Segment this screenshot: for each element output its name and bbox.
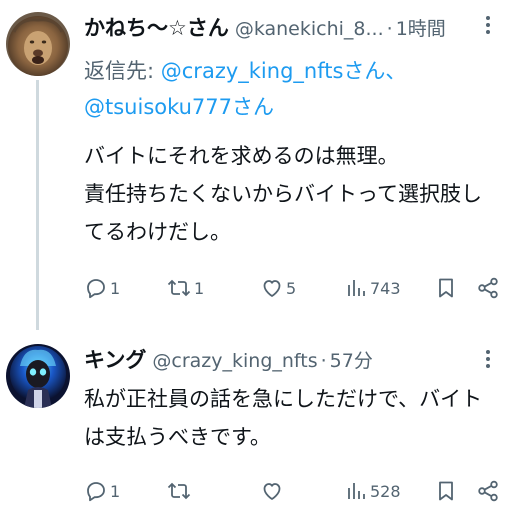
reply-button[interactable]: 1 [84, 273, 120, 303]
views-button[interactable]: 528 [346, 476, 401, 506]
reply-icon [84, 276, 108, 300]
reply-count: 1 [110, 278, 121, 298]
views-icon [346, 479, 368, 503]
view-count: 743 [370, 278, 401, 298]
user-handle[interactable]: @crazy_king_nfts [152, 350, 317, 372]
share-icon [476, 479, 500, 503]
display-name[interactable]: かねち〜☆さん [84, 12, 229, 42]
separator-dot: · [320, 350, 327, 372]
tweet[interactable]: キング @crazy_king_nfts · 57分 私が正社員の話を急にしただ… [0, 330, 515, 515]
reply-count: 1 [110, 481, 121, 501]
retweet-icon [166, 479, 192, 503]
share-button[interactable] [476, 476, 500, 506]
more-options-icon[interactable] [477, 348, 499, 370]
heart-icon [260, 479, 284, 503]
reply-to-label: 返信先: [84, 59, 161, 83]
like-count: 5 [286, 278, 297, 298]
bookmark-icon [434, 276, 458, 300]
like-button[interactable]: 5 [260, 273, 296, 303]
views-button[interactable]: 743 [346, 273, 401, 303]
mention-link[interactable]: @tsuisoku777さん [84, 95, 274, 119]
bookmark-icon [434, 479, 458, 503]
share-button[interactable] [476, 273, 500, 303]
share-icon [476, 276, 500, 300]
tweet-header: かねち〜☆さん @kanekichi_8... · 1時間 [84, 12, 499, 42]
reply-icon [84, 479, 108, 503]
blue-skull-avatar[interactable] [6, 344, 70, 408]
lion-avatar[interactable] [6, 12, 70, 76]
bookmark-button[interactable] [434, 476, 458, 506]
more-options-icon[interactable] [477, 14, 499, 36]
retweet-icon [166, 276, 192, 300]
tweet-text: バイトにそれを求めるのは無理。 責任持ちたくないからバイトって選択肢し てるわけ… [84, 144, 482, 244]
timestamp[interactable]: 1時間 [396, 14, 446, 41]
timestamp[interactable]: 57分 [330, 346, 373, 373]
like-button[interactable] [260, 476, 286, 506]
heart-icon [260, 276, 284, 300]
bookmark-button[interactable] [434, 273, 458, 303]
tweet-actions: 1 528 [84, 476, 504, 506]
tweet-header: キング @crazy_king_nfts · 57分 [84, 344, 499, 374]
views-icon [346, 276, 368, 300]
reply-to-line: 返信先: @crazy_king_nftsさん、 @tsuisoku777さん [84, 53, 504, 125]
separator-dot: · [386, 18, 393, 40]
retweet-button[interactable] [166, 476, 194, 506]
reply-button[interactable]: 1 [84, 476, 120, 506]
tweet[interactable]: かねち〜☆さん @kanekichi_8... · 1時間 返信先: @craz… [0, 0, 515, 318]
view-count: 528 [370, 481, 401, 501]
tweet-actions: 1 1 5 743 [84, 273, 504, 303]
tweet-text: 私が正社員の話を急にしただけで、バイト は支払うべきです。 [84, 387, 483, 449]
display-name[interactable]: キング [84, 344, 146, 374]
mention-link[interactable]: @crazy_king_nftsさん、 [161, 59, 407, 83]
retweet-count: 1 [194, 278, 205, 298]
retweet-button[interactable]: 1 [166, 273, 204, 303]
user-handle[interactable]: @kanekichi_8... [235, 18, 384, 40]
